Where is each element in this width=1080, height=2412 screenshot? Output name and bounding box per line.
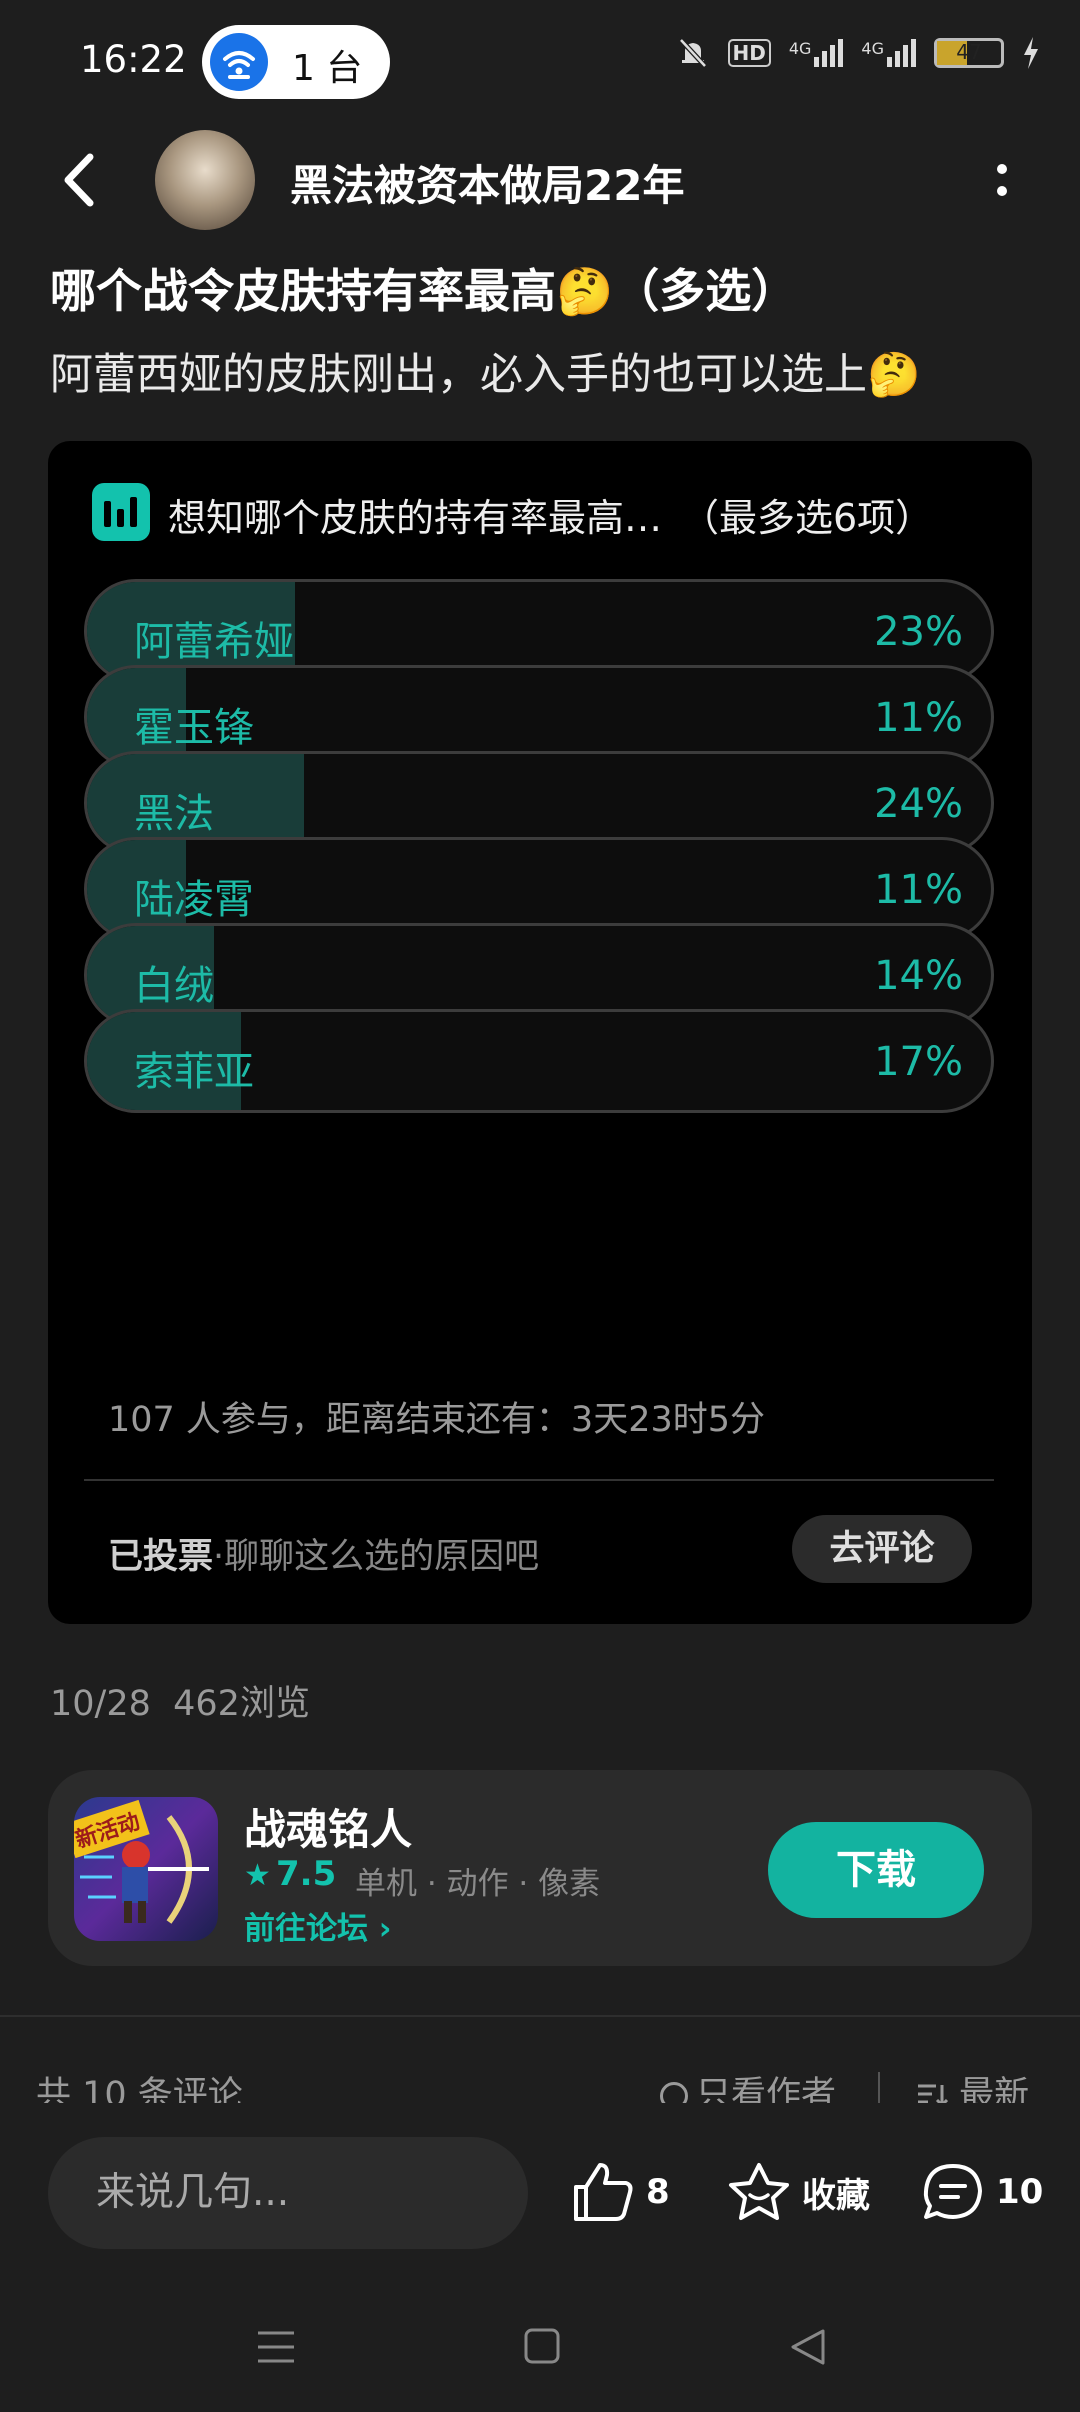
poll-chart-icon <box>92 483 150 541</box>
voted-hint: ·聊聊这么选的原因吧 <box>213 1537 540 1577</box>
poll-divider <box>84 1479 994 1481</box>
thumbs-up-icon <box>574 2163 633 2221</box>
signal-icon-2: 4G <box>861 39 916 67</box>
post-body: 阿蕾西娅的皮肤刚出，必入手的也可以选上🤔 <box>50 350 921 400</box>
poll-option-label: 陆凌霄 <box>134 877 254 923</box>
home-icon[interactable] <box>523 2327 561 2365</box>
poll-option-percent: 24% <box>874 781 963 827</box>
poll-title: 想知哪个皮肤的持有率最高… （最多选6项） <box>168 496 934 540</box>
game-forum-label: 前往论坛 <box>244 1911 368 1947</box>
poll-option[interactable]: 索菲亚 17% <box>84 1009 994 1113</box>
reply-input[interactable]: 来说几句... <box>48 2137 528 2249</box>
game-rating: 7.5 <box>276 1854 337 1894</box>
more-options-icon[interactable] <box>990 155 1014 205</box>
comment-count-badge: 10 <box>996 2172 1044 2212</box>
game-name[interactable]: 战魂铭人 <box>244 1796 412 1857</box>
sort-separator <box>878 2072 880 2104</box>
signal-icon-1: 4G <box>789 39 844 67</box>
post-date: 10/28 <box>50 1684 151 1724</box>
go-comment-button[interactable]: 去评论 <box>792 1515 972 1583</box>
nav-back-icon[interactable] <box>788 2327 828 2367</box>
section-divider <box>0 2015 1080 2017</box>
notifications-muted-icon <box>678 38 707 68</box>
post-title: 哪个战令皮肤持有率最高🤔（多选） <box>50 264 798 318</box>
wifi-hotspot-icon <box>210 33 268 91</box>
menu-icon[interactable] <box>256 2327 296 2367</box>
charging-icon <box>1024 37 1038 69</box>
poll-option-label: 霍玉锋 <box>134 705 254 751</box>
poll-option-percent: 11% <box>874 867 963 913</box>
network-type-1: 4G <box>788 39 812 58</box>
poll-participants-countdown: 107 人参与，距离结束还有：3天23时5分 <box>108 1400 766 1440</box>
poll-option-label: 白绒 <box>134 963 214 1009</box>
game-card[interactable]: 新活动 战魂铭人 ★ 7.5 单机 · 动作 · 像素 前往论坛 › 下载 <box>48 1770 1032 1966</box>
game-tags: 单机 · 动作 · 像素 <box>355 1866 601 1902</box>
favorite-button[interactable]: 收藏 <box>726 2161 870 2223</box>
game-app-icon[interactable]: 新活动 <box>74 1797 218 1941</box>
comments-button[interactable]: 10 <box>920 2161 1043 2223</box>
poll-option-label: 黑法 <box>134 791 214 837</box>
star-outline-icon <box>729 2163 789 2220</box>
game-forum-link[interactable]: 前往论坛 › <box>244 1903 392 1948</box>
favorite-label: 收藏 <box>802 2175 870 2216</box>
comment-bubble-icon <box>923 2164 982 2219</box>
like-count: 8 <box>646 2172 670 2212</box>
system-nav-bar <box>0 2283 1080 2412</box>
poll-option-label: 索菲亚 <box>134 1049 254 1095</box>
download-button[interactable]: 下载 <box>768 1822 984 1918</box>
author-name[interactable]: 黑法被资本做局22年 <box>290 152 684 213</box>
battery-percent: 47 <box>956 40 982 64</box>
star-icon: ★ <box>244 1858 271 1893</box>
voted-label: 已投票 <box>108 1537 214 1577</box>
poll-option-percent: 17% <box>874 1039 963 1085</box>
poll-option-percent: 23% <box>874 609 963 655</box>
poll-card: 想知哪个皮肤的持有率最高… （最多选6项） 阿蕾希娅 23% 霍玉锋 11% 黑… <box>48 441 1032 1624</box>
poll-option-percent: 11% <box>874 695 963 741</box>
bottom-action-bar: 来说几句... 8 收藏 10 <box>0 2103 1080 2283</box>
hotspot-label: 1 台 <box>292 48 363 89</box>
hd-voice-icon: HD <box>727 39 771 67</box>
battery-icon: 47 <box>934 38 1004 68</box>
back-arrow-icon[interactable] <box>50 145 110 215</box>
voted-status: 已投票·聊聊这么选的原因吧 <box>108 1528 539 1579</box>
network-type-2: 4G <box>861 39 884 58</box>
poll-option-percent: 14% <box>874 953 963 999</box>
like-button[interactable]: 8 <box>570 2161 670 2223</box>
status-time: 16:22 <box>80 38 187 81</box>
status-icons: HD 4G 4G 47 <box>676 36 1041 70</box>
post-views: 462浏览 <box>173 1684 310 1724</box>
hotspot-indicator[interactable]: 1 台 <box>202 25 390 99</box>
chevron-right-icon: › <box>378 1911 392 1947</box>
post-meta: 10/28 462浏览 <box>50 1675 310 1726</box>
poll-option-label: 阿蕾希娅 <box>134 619 294 665</box>
author-avatar[interactable] <box>155 130 255 230</box>
